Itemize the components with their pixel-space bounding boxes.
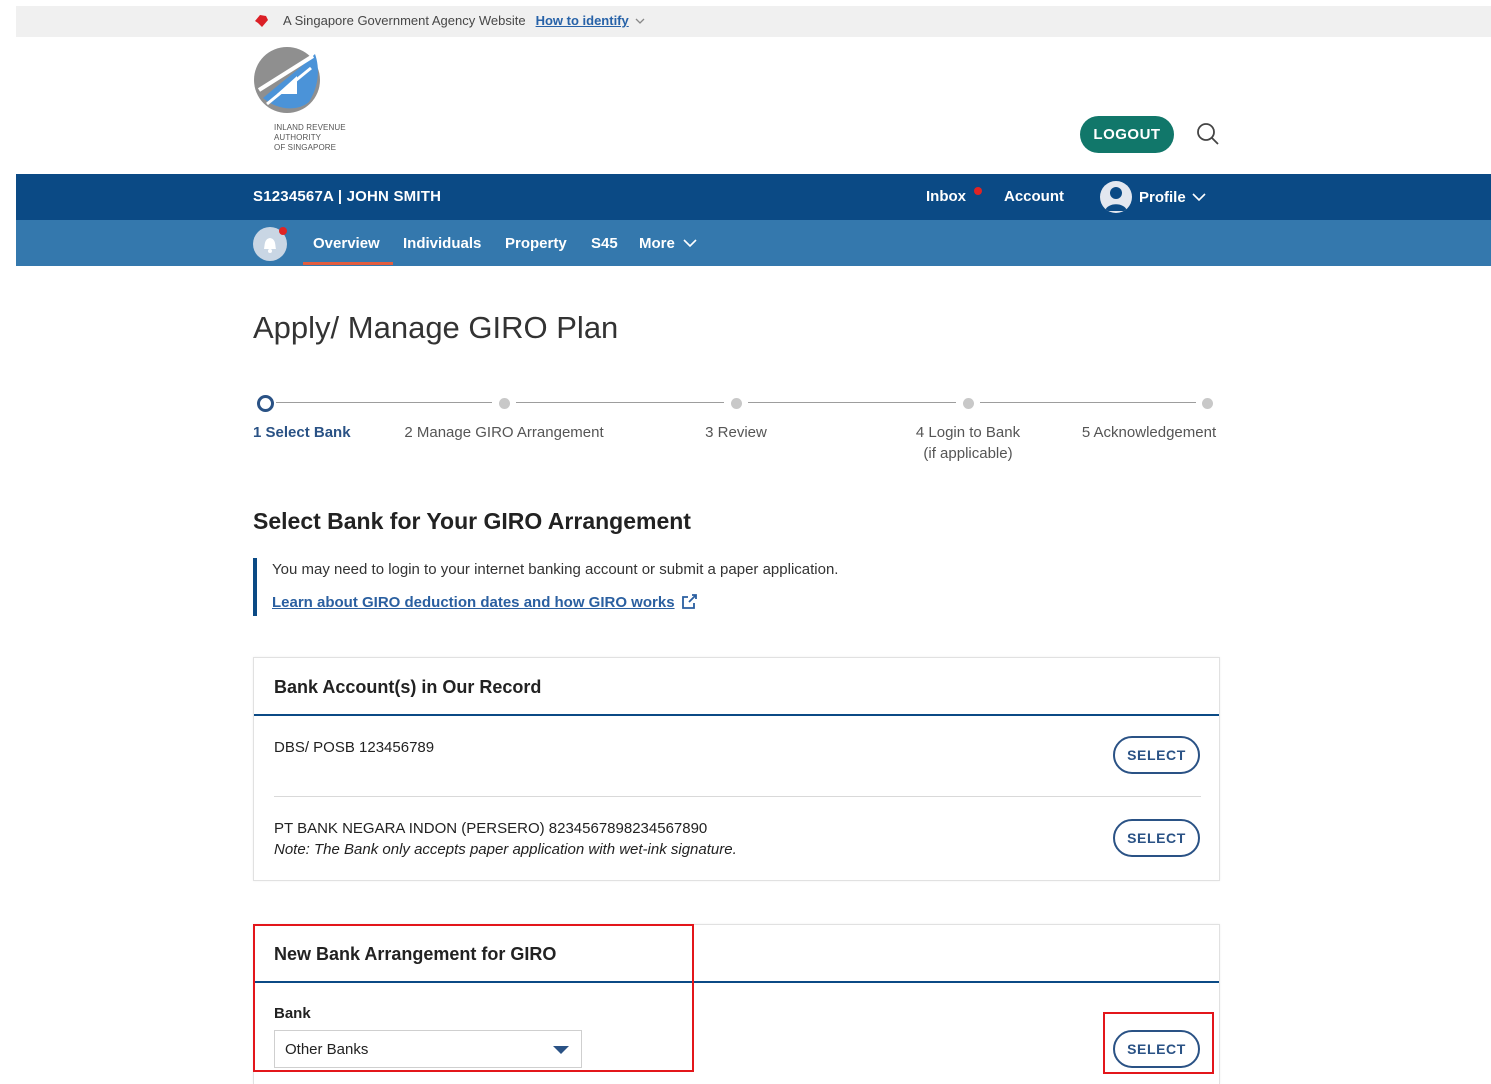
- masthead-text: A Singapore Government Agency Website: [283, 13, 526, 28]
- page-title: Apply/ Manage GIRO Plan: [253, 310, 619, 345]
- government-masthead: A Singapore Government Agency Website Ho…: [16, 6, 1491, 37]
- section-heading: Select Bank for Your GIRO Arrangement: [253, 508, 691, 534]
- bank-account-bni: PT BANK NEGARA INDON (PERSERO) 823456789…: [274, 820, 708, 837]
- step-indicator: [499, 398, 510, 409]
- info-text: You may need to login to your internet b…: [272, 561, 839, 578]
- records-card: Bank Account(s) in Our Record DBS/ POSB …: [253, 657, 1220, 881]
- step-indicator: [963, 398, 974, 409]
- secondary-nav: Overview Individuals Property S45 More: [16, 220, 1491, 266]
- inbox-notification-dot: [974, 187, 982, 195]
- select-dbs-button[interactable]: SELECT: [1113, 736, 1200, 774]
- select-bni-button[interactable]: SELECT: [1113, 819, 1200, 857]
- step-label-review: 3 Review: [705, 424, 767, 441]
- tab-individuals[interactable]: Individuals: [403, 235, 481, 252]
- highlight-box: [253, 924, 694, 1072]
- chevron-down-icon[interactable]: [635, 17, 645, 25]
- bank-account-note: Note: The Bank only accepts paper applic…: [274, 841, 737, 858]
- step-label-manage-giro: 2 Manage GIRO Arrangement: [404, 424, 604, 441]
- stepper-connector: [980, 402, 1196, 403]
- account-link[interactable]: Account: [1004, 188, 1064, 205]
- step-indicator: [731, 398, 742, 409]
- giro-info-link[interactable]: Learn about GIRO deduction dates and how…: [272, 594, 675, 611]
- highlight-box: [1103, 1012, 1214, 1074]
- records-card-title: Bank Account(s) in Our Record: [274, 677, 542, 697]
- stepper-connector: [748, 402, 956, 403]
- active-tab-indicator: [303, 262, 393, 265]
- card-divider: [254, 714, 1219, 716]
- iras-logo-text: INLAND REVENUE AUTHORITY OF SINGAPORE: [274, 123, 346, 152]
- stepper-connector: [516, 402, 724, 403]
- avatar-icon: [1100, 181, 1132, 213]
- primary-nav: S1234567A | JOHN SMITH Inbox Account Pro…: [16, 174, 1491, 220]
- chevron-down-icon: [1192, 193, 1206, 202]
- lion-head-icon: [255, 14, 268, 27]
- step-label-select-bank: 1 Select Bank: [253, 424, 351, 441]
- tab-more[interactable]: More: [639, 235, 697, 252]
- tab-more-label: More: [639, 235, 675, 252]
- tab-overview[interactable]: Overview: [313, 235, 380, 252]
- step-label-login-to-bank: 4 Login to Bank (if applicable): [915, 424, 1021, 462]
- step-label-acknowledgement: 5 Acknowledgement: [1081, 424, 1217, 441]
- stepper-connector: [276, 402, 492, 403]
- step-indicator-active: [257, 395, 274, 412]
- bell-notification-dot: [279, 227, 287, 235]
- tab-property[interactable]: Property: [505, 235, 567, 252]
- inbox-link[interactable]: Inbox: [926, 188, 966, 205]
- profile-label: Profile: [1139, 188, 1186, 206]
- info-callout: You may need to login to your internet b…: [253, 558, 893, 616]
- how-to-identify-link[interactable]: How to identify: [536, 13, 629, 28]
- user-identity: S1234567A | JOHN SMITH: [253, 188, 442, 205]
- profile-menu[interactable]: Profile: [1100, 181, 1206, 213]
- step-indicator: [1202, 398, 1213, 409]
- search-icon[interactable]: [1195, 121, 1221, 147]
- chevron-down-icon: [683, 239, 697, 248]
- tab-s45[interactable]: S45: [591, 235, 618, 252]
- logout-button[interactable]: LOGOUT: [1080, 116, 1174, 153]
- bank-account-dbs: DBS/ POSB 123456789: [274, 739, 435, 756]
- row-divider: [274, 796, 1201, 797]
- external-link-icon[interactable]: [680, 593, 698, 611]
